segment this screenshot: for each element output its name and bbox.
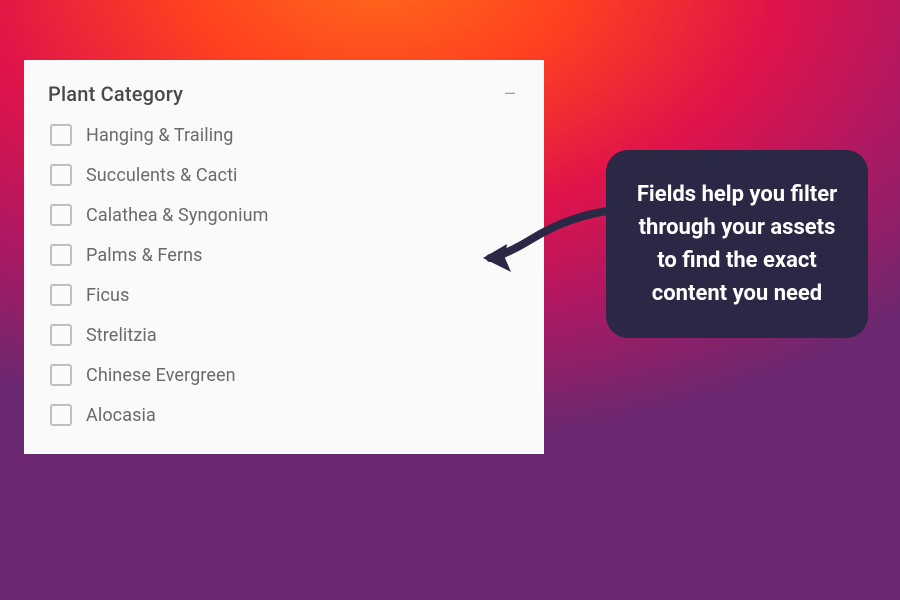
filter-option[interactable]: Hanging & Trailing (50, 124, 520, 146)
callout-text: Fields help you filter through your asse… (637, 182, 837, 306)
checkbox[interactable] (50, 404, 72, 426)
collapse-icon[interactable]: − (500, 82, 520, 106)
filter-option[interactable]: Succulents & Cacti (50, 164, 520, 186)
option-label: Succulents & Cacti (86, 165, 238, 186)
option-label: Alocasia (86, 405, 156, 426)
option-label: Strelitzia (86, 325, 157, 346)
filter-option[interactable]: Chinese Evergreen (50, 364, 520, 386)
filter-options: Hanging & Trailing Succulents & Cacti Ca… (48, 124, 520, 426)
option-label: Hanging & Trailing (86, 125, 233, 146)
checkbox[interactable] (50, 364, 72, 386)
checkbox[interactable] (50, 124, 72, 146)
filter-option[interactable]: Ficus (50, 284, 520, 306)
checkbox[interactable] (50, 284, 72, 306)
checkbox[interactable] (50, 324, 72, 346)
checkbox[interactable] (50, 204, 72, 226)
filter-option[interactable]: Alocasia (50, 404, 520, 426)
filter-header: Plant Category − (48, 82, 520, 106)
filter-option[interactable]: Palms & Ferns (50, 244, 520, 266)
filter-title: Plant Category (48, 82, 183, 106)
checkbox[interactable] (50, 164, 72, 186)
checkbox[interactable] (50, 244, 72, 266)
option-label: Chinese Evergreen (86, 365, 236, 386)
option-label: Ficus (86, 285, 129, 306)
filter-option[interactable]: Calathea & Syngonium (50, 204, 520, 226)
filter-panel: Plant Category − Hanging & Trailing Succ… (24, 60, 544, 454)
option-label: Palms & Ferns (86, 245, 203, 266)
filter-option[interactable]: Strelitzia (50, 324, 520, 346)
option-label: Calathea & Syngonium (86, 205, 268, 226)
callout-tooltip: Fields help you filter through your asse… (606, 150, 868, 338)
